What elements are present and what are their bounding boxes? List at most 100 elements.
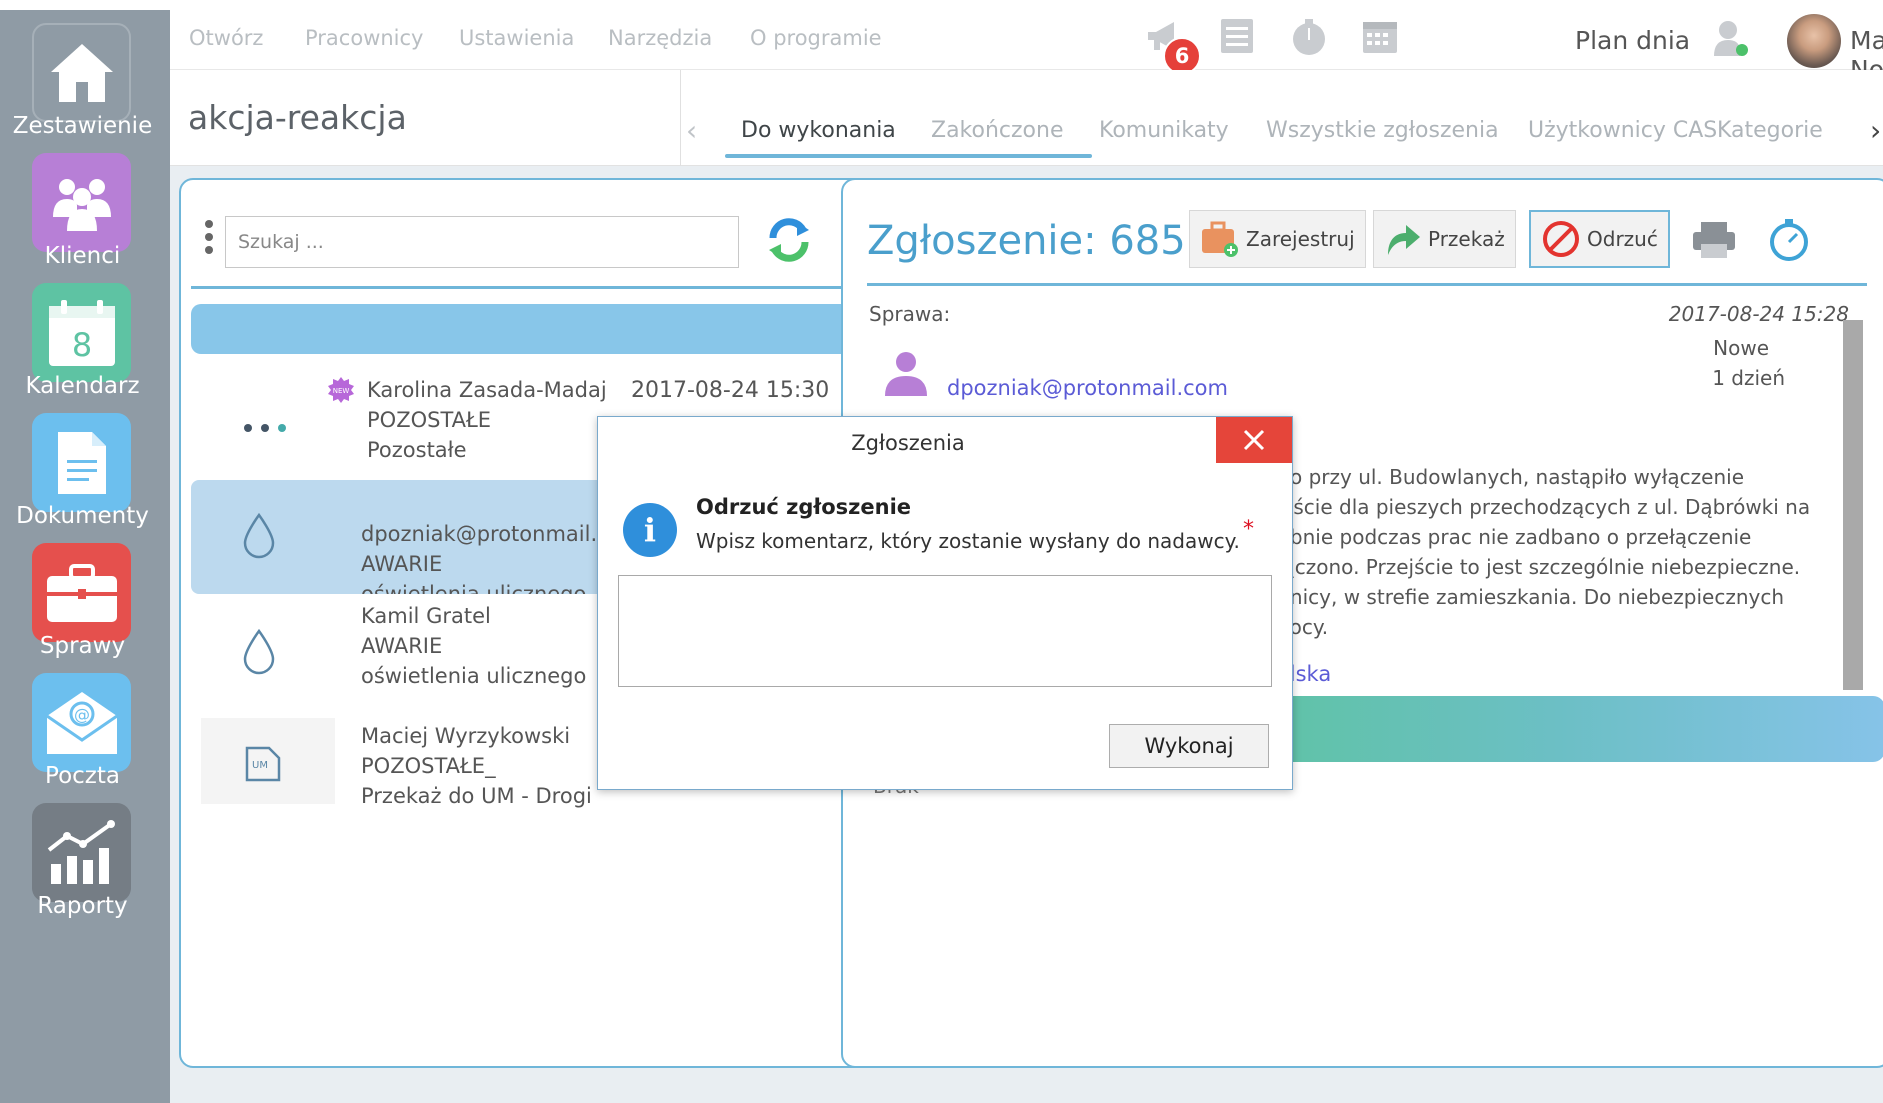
briefcase-add-icon: [1200, 219, 1240, 259]
reject-button-label: Odrzuć: [1587, 227, 1658, 251]
list-item-title: Karolina Zasada-Madaj: [367, 378, 607, 402]
list-item-subcategory: Przekaż do UM - Drogi: [361, 784, 592, 808]
svg-text:UM: UM: [252, 760, 268, 771]
menu-narzedzia[interactable]: Narzędzia: [608, 26, 712, 50]
refresh-icon[interactable]: [765, 216, 813, 268]
tab-zakonczone[interactable]: Zakończone: [931, 118, 1064, 143]
menu-pracownicy[interactable]: Pracownicy: [305, 26, 423, 50]
sidebar: Zestawienie Klienci 8 Kalendarz Dokument…: [0, 10, 170, 1103]
sidebar-item-kalendarz[interactable]: 8 Kalendarz: [0, 275, 170, 425]
module-title: akcja-reakcja: [188, 98, 407, 137]
tab-kategorie[interactable]: Kategorie: [1717, 118, 1823, 143]
description-line: zejście dla pieszych przechodzących z ul…: [1265, 495, 1811, 519]
list-item-subcategory: Pozostałe: [367, 438, 467, 462]
sidebar-item-zestawienie[interactable]: Zestawienie: [0, 15, 170, 165]
sender-email-link[interactable]: dpozniak@protonmail.com: [947, 376, 1228, 400]
comment-textarea[interactable]: [618, 575, 1272, 687]
menu-ustawienia[interactable]: Ustawienia: [459, 26, 574, 50]
active-tab-indicator: [725, 154, 1092, 158]
ticket-age: 1 dzień: [1712, 366, 1785, 390]
menu-o-programie[interactable]: O programie: [750, 26, 882, 50]
description-line: ego przy ul. Budowlanych, nastąpiło wyłą…: [1265, 465, 1744, 489]
tab-komunikaty[interactable]: Komunikaty: [1099, 118, 1229, 143]
list-item-subcategory: oświetlenia ulicznego: [361, 664, 587, 688]
timer-icon[interactable]: [1290, 18, 1328, 60]
water-drop-icon: [241, 628, 277, 680]
sidebar-item-klienci[interactable]: Klienci: [0, 145, 170, 295]
reports-icon: [32, 803, 131, 902]
sidebar-item-poczta[interactable]: @ Poczta: [0, 665, 170, 815]
scrollbar[interactable]: [1843, 320, 1863, 690]
list-item-category: POZOSTAŁE_: [361, 754, 496, 778]
description-line: yłączono. Przejście to jest szczególnie …: [1265, 555, 1801, 579]
menu-otworz[interactable]: Otwórz: [189, 26, 263, 50]
svg-text:NEW: NEW: [333, 387, 350, 395]
forward-button[interactable]: Przekaż: [1373, 210, 1516, 268]
water-drop-icon: [241, 512, 277, 564]
sidebar-item-sprawy[interactable]: Sprawy: [0, 535, 170, 685]
forward-arrow-icon: [1384, 221, 1422, 257]
forward-button-label: Przekaż: [1428, 227, 1505, 251]
svg-text:@: @: [74, 705, 90, 724]
dialog-message: Wpisz komentarz, który zostanie wysłany …: [696, 529, 1240, 553]
dialog-title: Zgłoszenia: [851, 431, 965, 455]
um-document-icon: UM: [243, 744, 283, 788]
list-icon[interactable]: [1220, 18, 1254, 58]
info-icon: i: [623, 503, 677, 557]
chevron-right-icon[interactable]: ›: [1870, 114, 1881, 147]
list-item-category: AWARIE: [361, 634, 443, 658]
tab-uzytkownicy-cas[interactable]: Użytkownicy CAS: [1528, 118, 1717, 143]
divider: [680, 70, 681, 166]
close-icon: [1243, 429, 1265, 451]
description-text: ego przy ul. Budowlanych, nastąpiło wyłą…: [1265, 462, 1865, 642]
list-item-category: AWARIE: [361, 552, 443, 576]
person-icon: [883, 350, 929, 402]
submit-button[interactable]: Wykonaj: [1109, 724, 1269, 768]
sidebar-item-label: Sprawy: [39, 633, 126, 659]
sidebar-item-raporty[interactable]: Raporty: [0, 795, 170, 945]
close-button[interactable]: [1216, 417, 1292, 463]
status-badge: Nowe: [1713, 336, 1769, 360]
dialog-heading: Odrzuć zgłoszenie: [696, 495, 912, 519]
search-input[interactable]: [225, 216, 739, 268]
list-item-date: 2017-08-24 15:30: [631, 378, 830, 403]
description-line: odnicy, w strefie zamieszkania. Do niebe…: [1265, 585, 1785, 609]
chevron-left-icon[interactable]: ‹: [686, 114, 697, 147]
ticket-title: Zgłoszenie: 685: [867, 218, 1186, 264]
sidebar-item-label: Kalendarz: [25, 373, 140, 399]
reject-button[interactable]: Odrzuć: [1529, 210, 1670, 268]
avatar[interactable]: [1787, 14, 1841, 68]
section-header-bar[interactable]: [1233, 696, 1883, 762]
calendar-icon: 8: [32, 283, 131, 382]
mail-icon: @: [32, 673, 131, 772]
reject-dialog: Zgłoszenia i Odrzuć zgłoszenie Wpisz kom…: [597, 416, 1293, 790]
tab-do-wykonania[interactable]: Do wykonania: [741, 118, 896, 143]
list-item-title: Maciej Wyrzykowski: [361, 724, 571, 748]
sidebar-item-label: Raporty: [37, 893, 128, 919]
more-vertical-icon[interactable]: [205, 220, 215, 259]
register-button[interactable]: Zarejestruj: [1189, 210, 1366, 268]
sidebar-item-label: Poczta: [45, 763, 120, 789]
plan-calendar-icon[interactable]: [1362, 18, 1398, 58]
sidebar-item-label: Dokumenty: [16, 503, 149, 529]
svg-text:8: 8: [71, 326, 91, 364]
description-line: dobnie podczas prac nie zadbano o przełą…: [1265, 525, 1752, 549]
home-icon: [32, 23, 131, 122]
stopwatch-icon[interactable]: [1767, 218, 1811, 266]
prohibited-icon: [1541, 219, 1581, 259]
sidebar-item-dokumenty[interactable]: Dokumenty: [0, 405, 170, 555]
list-item-subcategory: oświetlenia ulicznego: [361, 582, 587, 594]
plan-dnia-link[interactable]: Plan dnia: [1575, 26, 1690, 55]
sidebar-item-label: Klienci: [44, 243, 121, 269]
list-item-category: POZOSTAŁE: [367, 408, 492, 432]
printer-icon[interactable]: [1691, 220, 1737, 264]
required-marker: *: [1243, 517, 1254, 542]
divider: [867, 283, 1867, 286]
user-status-icon[interactable]: [1712, 18, 1750, 62]
more-horizontal-icon: [243, 418, 287, 437]
top-menu-bar: Otwórz Pracownicy Ustawienia Narzędzia O…: [170, 0, 1883, 84]
list-item-title: Kamil Gratel: [361, 604, 491, 628]
module-header: akcja-reakcja ‹ Do wykonania Zakończone …: [170, 70, 1883, 166]
sidebar-item-label: Zestawienie: [12, 113, 153, 139]
tab-wszystkie-zgloszenia[interactable]: Wszystkie zgłoszenia: [1266, 118, 1499, 143]
